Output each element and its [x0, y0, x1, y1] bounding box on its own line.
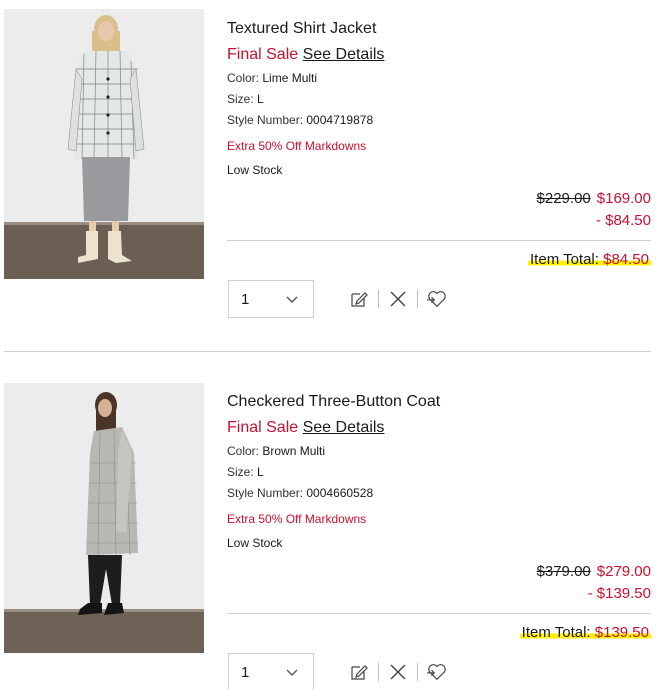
divider	[227, 240, 651, 241]
style-number-value: 0004660528	[306, 486, 374, 500]
see-details-link[interactable]: See Details	[303, 46, 385, 63]
stock-status: Low Stock	[227, 536, 283, 550]
cart-item: Textured Shirt Jacket Final Sale See Det…	[0, 0, 664, 352]
item-details: Checkered Three-Button Coat Final Sale S…	[227, 392, 651, 550]
product-title[interactable]: Textured Shirt Jacket	[227, 19, 651, 39]
size-value: L	[257, 92, 264, 106]
price-block: $229.00 $169.00 - $84.50	[537, 190, 651, 229]
color-label: Color:	[227, 71, 260, 85]
item-total-amount: $139.50	[594, 624, 649, 641]
quantity-value: 1	[241, 290, 250, 308]
style-number-label: Style Number:	[227, 113, 304, 127]
product-image[interactable]	[4, 383, 204, 653]
item-total-amount: $84.50	[603, 251, 649, 268]
action-separator	[378, 290, 379, 308]
discount-amount: - $139.50	[587, 585, 651, 602]
heart-move-icon[interactable]	[426, 288, 448, 310]
quantity-select[interactable]: 1	[228, 653, 314, 690]
action-separator	[417, 290, 418, 308]
chevron-down-icon	[285, 665, 299, 683]
item-separator	[4, 351, 651, 352]
item-total: Item Total: $84.50	[528, 251, 651, 268]
style-number-label: Style Number:	[227, 486, 304, 500]
edit-icon[interactable]	[348, 288, 370, 310]
color-value: Lime Multi	[262, 71, 318, 85]
price-block: $379.00 $279.00 - $139.50	[537, 563, 651, 602]
original-price: $229.00	[536, 190, 591, 207]
product-image[interactable]	[4, 9, 204, 279]
item-actions	[348, 288, 448, 310]
close-icon[interactable]	[387, 288, 409, 310]
discount-amount: - $84.50	[595, 212, 651, 229]
color-label: Color:	[227, 444, 260, 458]
sale-price: $169.00	[596, 190, 651, 207]
divider	[227, 613, 651, 614]
quantity-select[interactable]: 1	[228, 280, 314, 318]
size-label: Size:	[227, 465, 254, 479]
stock-status: Low Stock	[227, 163, 283, 177]
item-actions	[348, 661, 448, 683]
action-separator	[417, 663, 418, 681]
product-title[interactable]: Checkered Three-Button Coat	[227, 392, 651, 412]
size-label: Size:	[227, 92, 254, 106]
see-details-link[interactable]: See Details	[303, 419, 385, 436]
quantity-value: 1	[241, 663, 250, 681]
original-price: $379.00	[536, 563, 591, 580]
style-number-value: 0004719878	[306, 113, 374, 127]
item-details: Textured Shirt Jacket Final Sale See Det…	[227, 19, 651, 177]
item-total-label: Item Total:	[530, 251, 599, 268]
size-value: L	[257, 465, 264, 479]
item-total-label: Item Total:	[521, 624, 591, 641]
promo-text: Extra 50% Off Markdowns	[227, 139, 367, 153]
chevron-down-icon	[285, 292, 299, 310]
color-value: Brown Multi	[262, 444, 326, 458]
action-separator	[378, 663, 379, 681]
final-sale-label: Final Sale	[227, 46, 299, 63]
item-total: Item Total: $139.50	[519, 624, 651, 641]
close-icon[interactable]	[387, 661, 409, 683]
edit-icon[interactable]	[348, 661, 370, 683]
sale-price: $279.00	[596, 563, 651, 580]
cart-item: Checkered Three-Button Coat Final Sale S…	[0, 373, 664, 690]
promo-text: Extra 50% Off Markdowns	[227, 512, 367, 526]
heart-move-icon[interactable]	[426, 661, 448, 683]
final-sale-label: Final Sale	[227, 419, 299, 436]
